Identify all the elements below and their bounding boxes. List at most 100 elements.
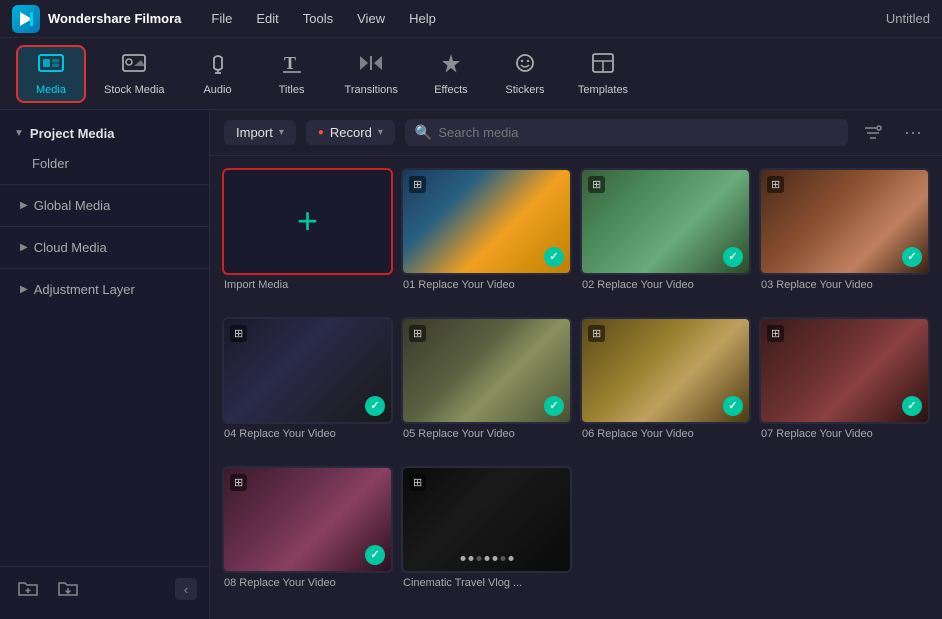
toolbar-btn-stickers[interactable]: Stickers: [490, 45, 560, 103]
thumb-06: ⊞ ✓: [580, 317, 751, 424]
record-dot-icon: ●: [318, 127, 324, 138]
project-media-arrow: ▼: [14, 128, 24, 139]
video-icon-cinematic: ⊞: [409, 474, 426, 491]
titles-icon: T: [281, 52, 303, 80]
video-icon-01: ⊞: [409, 176, 426, 193]
sidebar-item-folder[interactable]: Folder: [8, 149, 201, 178]
check-badge-08: ✓: [365, 545, 385, 565]
project-media-label: Project Media: [30, 126, 115, 141]
check-badge-03: ✓: [902, 247, 922, 267]
sidebar-collapse-btn[interactable]: ‹: [175, 578, 197, 600]
toolbar-btn-effects[interactable]: Effects: [416, 45, 486, 103]
media-item-07[interactable]: ⊞ ✓ 07 Replace Your Video: [759, 317, 930, 458]
import-label: Import: [236, 125, 273, 140]
templates-icon: [591, 52, 615, 80]
label-cinematic: Cinematic Travel Vlog ...: [401, 573, 572, 591]
menu-bar: Wondershare Filmora File Edit Tools View…: [0, 0, 942, 38]
video-icon-05: ⊞: [409, 325, 426, 342]
app-logo: Wondershare Filmora: [12, 5, 181, 33]
menu-tools[interactable]: Tools: [293, 7, 343, 30]
cinematic-dots: [460, 556, 513, 561]
check-badge-02: ✓: [723, 247, 743, 267]
import-folder-btn[interactable]: [52, 575, 84, 603]
record-label: Record: [330, 125, 372, 140]
import-chevron-icon: ▾: [279, 127, 284, 138]
label-06: 06 Replace Your Video: [580, 424, 751, 442]
cloud-media-arrow: ▶: [20, 242, 28, 253]
media-item-03[interactable]: ⊞ ✓ 03 Replace Your Video: [759, 168, 930, 309]
media-item-04[interactable]: ⊞ ✓ 04 Replace Your Video: [222, 317, 393, 458]
toolbar-btn-transitions[interactable]: Transitions: [331, 45, 412, 103]
menu-items: File Edit Tools View Help: [201, 7, 886, 30]
import-button[interactable]: Import ▾: [224, 120, 296, 145]
more-button[interactable]: ···: [898, 119, 928, 147]
media-item-01[interactable]: ⊞ ✓ 01 Replace Your Video: [401, 168, 572, 309]
toolbar-btn-stock-media[interactable]: Stock Media: [90, 45, 179, 103]
sidebar-divider-3: [0, 268, 209, 269]
toolbar-btn-titles[interactable]: T Titles: [257, 45, 327, 103]
check-badge-04: ✓: [365, 396, 385, 416]
media-item-08[interactable]: ⊞ ✓ 08 Replace Your Video: [222, 466, 393, 607]
label-08: 08 Replace Your Video: [222, 573, 393, 591]
project-media-header[interactable]: ▼ Project Media: [0, 118, 209, 149]
label-04: 04 Replace Your Video: [222, 424, 393, 442]
label-05: 05 Replace Your Video: [401, 424, 572, 442]
toolbar-titles-label: Titles: [279, 84, 305, 96]
label-07: 07 Replace Your Video: [759, 424, 930, 442]
toolbar-audio-label: Audio: [203, 84, 231, 96]
toolbar-btn-audio[interactable]: Audio: [183, 45, 253, 103]
effects-icon: [439, 52, 463, 80]
menu-help[interactable]: Help: [399, 7, 446, 30]
record-chevron-icon: ▾: [378, 127, 383, 138]
stock-media-icon: [121, 52, 147, 80]
label-01: 01 Replace Your Video: [401, 275, 572, 293]
check-badge-01: ✓: [544, 247, 564, 267]
video-icon-07: ⊞: [767, 325, 784, 342]
toolbar-effects-label: Effects: [434, 84, 467, 96]
sidebar-item-global-media[interactable]: ▶ Global Media: [0, 191, 209, 220]
media-item-06[interactable]: ⊞ ✓ 06 Replace Your Video: [580, 317, 751, 458]
toolbar-btn-media[interactable]: Media: [16, 45, 86, 103]
video-icon-03: ⊞: [767, 176, 784, 193]
media-icon: [38, 52, 64, 80]
menu-edit[interactable]: Edit: [246, 7, 288, 30]
import-thumb: +: [222, 168, 393, 275]
import-media-item[interactable]: + Import Media: [222, 168, 393, 309]
sidebar-item-cloud-media[interactable]: ▶ Cloud Media: [0, 233, 209, 262]
sidebar: ▼ Project Media Folder ▶ Global Media ▶ …: [0, 110, 210, 619]
search-icon: 🔍: [415, 124, 432, 141]
toolbar-stock-media-label: Stock Media: [104, 84, 165, 96]
app-logo-icon: [12, 5, 40, 33]
menu-view[interactable]: View: [347, 7, 395, 30]
toolbar-stickers-label: Stickers: [505, 84, 544, 96]
menu-file[interactable]: File: [201, 7, 242, 30]
label-03: 03 Replace Your Video: [759, 275, 930, 293]
svg-text:T: T: [284, 53, 296, 73]
transitions-icon: [358, 52, 384, 80]
check-badge-06: ✓: [723, 396, 743, 416]
record-button[interactable]: ● Record ▾: [306, 120, 395, 145]
media-item-02[interactable]: ⊞ ✓ 02 Replace Your Video: [580, 168, 751, 309]
media-item-cinematic[interactable]: ⊞ Cinematic Travel Vlog ...: [401, 466, 572, 607]
search-box: 🔍: [405, 119, 848, 146]
toolbar-media-label: Media: [36, 84, 66, 96]
sidebar-divider-1: [0, 184, 209, 185]
check-badge-07: ✓: [902, 396, 922, 416]
new-folder-btn[interactable]: [12, 575, 44, 603]
search-input[interactable]: [438, 125, 838, 140]
thumb-01: ⊞ ✓: [401, 168, 572, 275]
thumb-08: ⊞ ✓: [222, 466, 393, 573]
toolbar-btn-templates[interactable]: Templates: [564, 45, 642, 103]
content-header: Import ▾ ● Record ▾ 🔍: [210, 110, 942, 156]
sidebar-footer: ‹: [0, 566, 209, 611]
thumb-07: ⊞ ✓: [759, 317, 930, 424]
audio-icon: [207, 52, 229, 80]
thumb-04: ⊞ ✓: [222, 317, 393, 424]
sidebar-item-adjustment-layer[interactable]: ▶ Adjustment Layer: [0, 275, 209, 304]
media-grid: + Import Media ⊞ ✓ 01 Replace Your Video…: [210, 156, 942, 619]
thumb-05: ⊞ ✓: [401, 317, 572, 424]
toolbar-transitions-label: Transitions: [345, 84, 398, 96]
stickers-icon: [513, 52, 537, 80]
filter-button[interactable]: [858, 119, 888, 147]
media-item-05[interactable]: ⊞ ✓ 05 Replace Your Video: [401, 317, 572, 458]
